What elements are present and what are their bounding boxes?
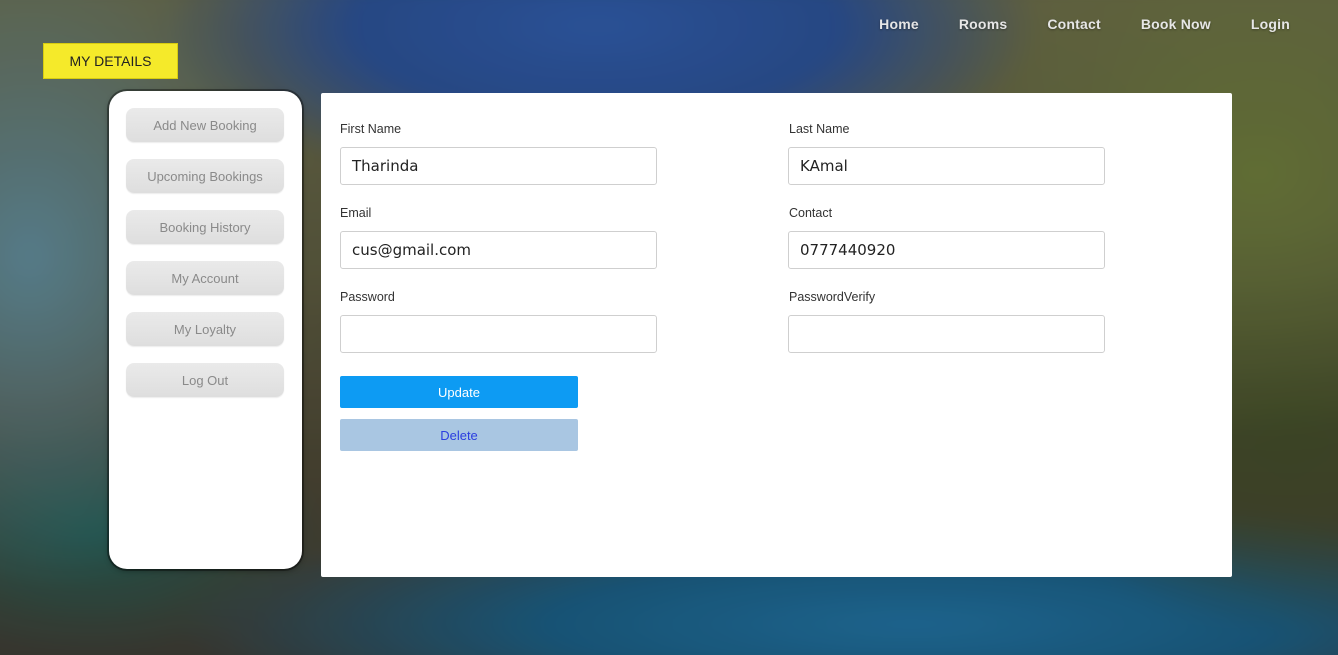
nav-contact-link[interactable]: Contact	[1047, 16, 1101, 32]
sidebar-item-booking-history[interactable]: Booking History	[126, 210, 284, 244]
first-name-input[interactable]: Tharinda	[340, 147, 657, 185]
nav-login-link[interactable]: Login	[1251, 16, 1290, 32]
account-sidebar: Add New Booking Upcoming Bookings Bookin…	[109, 91, 302, 569]
top-navigation: Home Rooms Contact Book Now Login	[879, 16, 1290, 32]
sidebar-item-log-out[interactable]: Log Out	[126, 363, 284, 397]
delete-button[interactable]: Delete	[340, 419, 578, 451]
password-label: Password	[340, 290, 395, 304]
update-button[interactable]: Update	[340, 376, 578, 408]
sidebar-item-my-account[interactable]: My Account	[126, 261, 284, 295]
my-details-badge: MY DETAILS	[43, 43, 178, 79]
last-name-label: Last Name	[789, 122, 850, 136]
contact-input[interactable]: 0777440920	[788, 231, 1105, 269]
password-verify-label: PasswordVerify	[789, 290, 876, 304]
email-input[interactable]: cus@gmail.com	[340, 231, 657, 269]
password-input[interactable]	[340, 315, 657, 353]
nav-home-link[interactable]: Home	[879, 16, 919, 32]
email-label: Email	[340, 206, 372, 220]
sidebar-item-my-loyalty[interactable]: My Loyalty	[126, 312, 284, 346]
contact-label: Contact	[789, 206, 833, 220]
details-form-panel: First Name Tharinda Last Name KAmal Emai…	[321, 93, 1232, 577]
nav-book-now-link[interactable]: Book Now	[1141, 16, 1211, 32]
sidebar-item-add-new-booking[interactable]: Add New Booking	[126, 108, 284, 142]
nav-rooms-link[interactable]: Rooms	[959, 16, 1007, 32]
password-verify-input[interactable]	[788, 315, 1105, 353]
sidebar-item-upcoming-bookings[interactable]: Upcoming Bookings	[126, 159, 284, 193]
last-name-input[interactable]: KAmal	[788, 147, 1105, 185]
first-name-label: First Name	[340, 122, 402, 136]
